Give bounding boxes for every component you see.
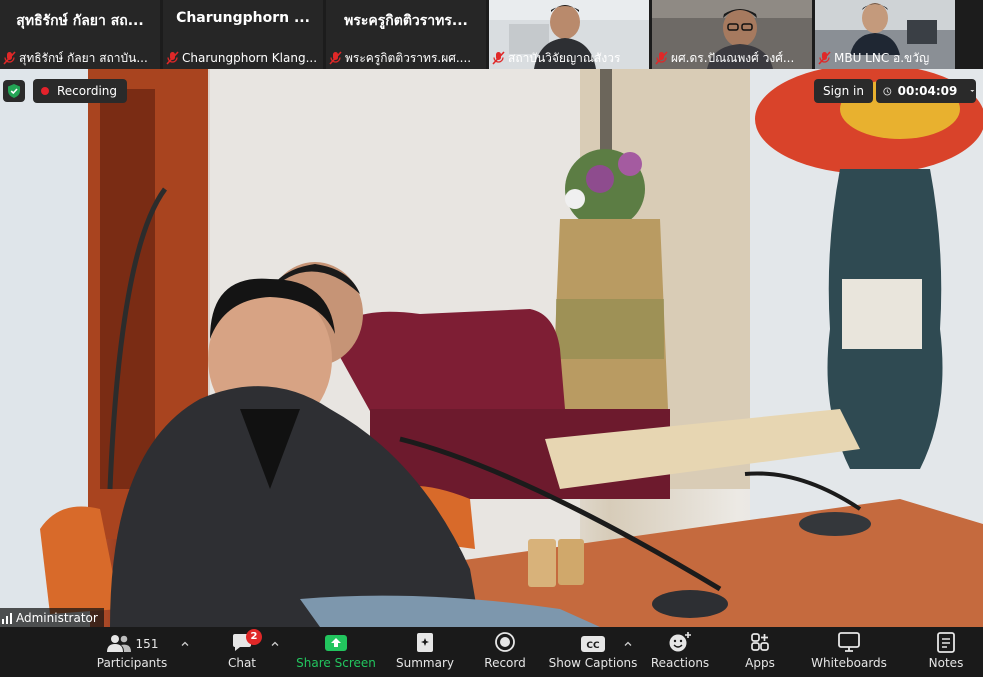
participant-name-label: MBU LNC อ.ขวัญ bbox=[818, 49, 952, 67]
share-screen-icon bbox=[325, 635, 347, 651]
meeting-toolbar: 151 Participants 2 Chat Share Screen Sum… bbox=[0, 627, 983, 677]
reactions-label: Reactions bbox=[650, 656, 710, 670]
secure-meeting-button[interactable] bbox=[3, 80, 25, 102]
participant-name-label: Charungphorn Klang... bbox=[166, 49, 320, 67]
participant-tile[interactable]: สุทธิรักษ์ กัลยา สถ... สุทธิรักษ์ กัลยา … bbox=[0, 0, 160, 69]
chevron-down-icon[interactable] bbox=[969, 86, 976, 96]
apps-button[interactable]: Apps bbox=[740, 627, 780, 677]
notes-icon bbox=[937, 632, 955, 653]
participant-name-label: พระครูกิตติวราทร.ผศ.... bbox=[329, 49, 483, 67]
main-video[interactable]: Recording Sign in 00:04:09 Administrator bbox=[0, 69, 983, 627]
mic-muted-icon bbox=[655, 51, 668, 65]
participant-display-name: Charungphorn ... bbox=[176, 10, 310, 26]
meeting-timer[interactable]: 00:04:09 bbox=[876, 79, 976, 103]
chat-label: Chat bbox=[227, 656, 257, 670]
participants-label: Participants bbox=[96, 656, 168, 670]
summary-button[interactable]: Summary bbox=[396, 627, 454, 677]
apps-icon bbox=[751, 633, 769, 651]
notes-button[interactable]: Notes bbox=[926, 627, 966, 677]
recording-label: Recording bbox=[57, 84, 118, 98]
whiteboards-button[interactable]: Whiteboards bbox=[811, 627, 887, 677]
clock-icon bbox=[883, 87, 892, 95]
participants-caret-icon[interactable] bbox=[180, 639, 190, 649]
participant-tile[interactable]: Charungphorn ... Charungphorn Klang... bbox=[163, 0, 323, 69]
show-captions-label: Show Captions bbox=[548, 656, 638, 670]
participant-tile[interactable]: พระครูกิตติวราทร... พระครูกิตติวราทร.ผศ.… bbox=[326, 0, 486, 69]
sign-in-button[interactable]: Sign in bbox=[814, 79, 873, 103]
mic-muted-icon bbox=[329, 51, 342, 65]
active-speaker-name: Administrator bbox=[16, 610, 98, 625]
participant-strip: สุทธิรักษ์ กัลยา สถ... สุทธิรักษ์ กัลยา … bbox=[0, 0, 983, 69]
notes-label: Notes bbox=[928, 656, 964, 670]
shield-check-icon bbox=[8, 84, 20, 98]
participant-tile[interactable]: สถาบันวิจัยญาณสังวร bbox=[489, 0, 649, 69]
recording-indicator[interactable]: Recording bbox=[33, 79, 128, 103]
whiteboards-label: Whiteboards bbox=[811, 656, 887, 670]
audio-level-icon bbox=[2, 612, 12, 624]
captions-caret-icon[interactable] bbox=[623, 639, 633, 649]
participants-count: 151 bbox=[135, 637, 159, 651]
share-screen-label: Share Screen bbox=[296, 656, 376, 670]
chat-button[interactable]: 2 Chat bbox=[222, 627, 262, 677]
participant-name-label: สุทธิรักษ์ กัลยา สถาบัน... bbox=[3, 49, 157, 67]
participant-tile[interactable]: ผศ.ดร.ปัณณพงศ์ วงศ์... bbox=[652, 0, 812, 69]
recording-dot-icon bbox=[41, 87, 49, 95]
summary-label: Summary bbox=[396, 656, 454, 670]
participant-name-label: ผศ.ดร.ปัณณพงศ์ วงศ์... bbox=[655, 49, 809, 67]
active-speaker-video bbox=[0, 69, 983, 627]
captions-icon: CC bbox=[581, 636, 605, 652]
chat-caret-icon[interactable] bbox=[270, 639, 280, 649]
svg-text:CC: CC bbox=[586, 641, 600, 651]
chat-unread-badge: 2 bbox=[246, 629, 262, 645]
record-label: Record bbox=[484, 656, 526, 670]
record-button[interactable]: Record bbox=[483, 627, 527, 677]
timer-value: 00:04:09 bbox=[897, 84, 958, 98]
whiteboard-icon bbox=[838, 632, 860, 652]
show-captions-button[interactable]: CC Show Captions bbox=[548, 627, 638, 677]
reactions-button[interactable]: Reactions bbox=[650, 627, 710, 677]
participants-button[interactable]: 151 Participants bbox=[96, 627, 168, 677]
summary-icon bbox=[417, 633, 433, 652]
participant-display-name: สุทธิรักษ์ กัลยา สถ... bbox=[16, 13, 144, 29]
record-icon bbox=[495, 632, 515, 652]
mic-muted-icon bbox=[3, 51, 16, 65]
participant-tile[interactable]: MBU LNC อ.ขวัญ bbox=[815, 0, 955, 69]
participant-name-label: สถาบันวิจัยญาณสังวร bbox=[492, 49, 646, 67]
participant-display-name: พระครูกิตติวราทร... bbox=[344, 13, 468, 29]
reactions-icon bbox=[669, 632, 691, 652]
share-screen-button[interactable]: Share Screen bbox=[296, 627, 376, 677]
mic-muted-icon bbox=[818, 51, 831, 65]
mic-muted-icon bbox=[166, 51, 179, 65]
active-speaker-label: Administrator bbox=[0, 608, 104, 627]
mic-muted-icon bbox=[492, 51, 505, 65]
apps-label: Apps bbox=[745, 656, 775, 670]
participants-icon bbox=[106, 635, 131, 652]
